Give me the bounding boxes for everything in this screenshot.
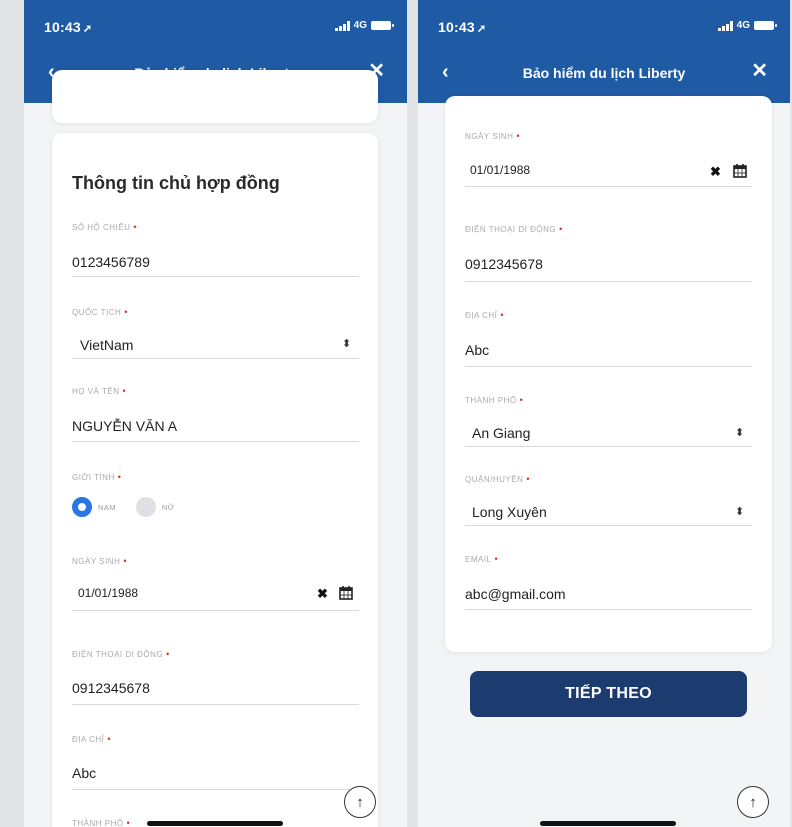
radio-unselected-icon [135, 497, 156, 517]
gender-radio-female[interactable]: NỮ [135, 497, 175, 517]
signal-icon [335, 20, 350, 31]
calendar-icon[interactable] [339, 585, 353, 605]
phone-input[interactable]: 0912345678 [72, 680, 150, 696]
location-arrow-icon: ➚ [82, 23, 93, 35]
passport-input[interactable]: 0123456789 [72, 254, 150, 270]
location-arrow-icon: ➚ [476, 23, 487, 35]
nav-bar: ‹ Bảo hiểm du lịch Liberty ✕ [418, 58, 790, 88]
full-name-label: HỌ VÀ TÊN • [72, 386, 127, 396]
address-input[interactable]: Abc [465, 342, 489, 358]
email-input[interactable]: abc@gmail.com [465, 586, 566, 602]
status-indicators: 4G [718, 20, 777, 31]
email-underline [465, 609, 752, 610]
previous-card [52, 70, 378, 123]
gender-label: GIỚI TÍNH • [72, 472, 122, 482]
full-name-underline [72, 441, 359, 442]
screen-divider [407, 0, 418, 827]
policy-holder-card: NGÀY SINH • 01/01/1988 ✖ ĐIỆN THOẠI DI ĐỘ… [445, 96, 772, 652]
arrow-up-icon: ↑ [749, 793, 757, 811]
address-label: ĐỊA CHỈ • [72, 734, 112, 744]
city-label: THÀNH PHỐ • [72, 818, 131, 827]
select-updown-icon: ⬍ [735, 427, 745, 439]
passport-underline [72, 276, 359, 277]
nationality-select[interactable]: VietNam [80, 337, 133, 353]
dob-underline [465, 186, 752, 187]
nationality-underline [72, 358, 359, 359]
gender-radio-male[interactable]: NAM [72, 497, 116, 517]
phone-label: ĐIỆN THOẠI DI ĐỘNG • [465, 224, 563, 234]
calendar-icon[interactable] [733, 163, 747, 183]
section-title: Thông tin chủ hợp đồng [72, 173, 280, 193]
battery-icon [371, 21, 394, 30]
dob-label: NGÀY SINH • [465, 131, 521, 141]
address-label: ĐỊA CHỈ • [465, 310, 505, 320]
battery-icon [754, 21, 777, 30]
status-indicators: 4G [335, 20, 394, 31]
city-label: THÀNH PHỐ • [465, 395, 524, 405]
network-type: 4G [353, 20, 367, 31]
phone-underline [465, 281, 752, 282]
city-underline [465, 446, 752, 447]
email-label: EMAIL • [465, 554, 499, 564]
dob-input[interactable]: 01/01/1988 [78, 586, 138, 600]
close-button[interactable]: ✕ [751, 61, 768, 81]
scroll-to-top-button[interactable]: ↑ [344, 786, 376, 818]
app-header: 10:43➚ 4G ‹ Bảo hiểm du lịch Liberty ✕ [418, 0, 790, 103]
address-underline [72, 789, 359, 790]
dob-label: NGÀY SINH • [72, 556, 128, 566]
city-select[interactable]: An Giang [472, 425, 530, 441]
address-input[interactable]: Abc [72, 765, 96, 781]
scroll-to-top-button[interactable]: ↑ [737, 786, 769, 818]
district-label: QUẬN/HUYỆN • [465, 474, 530, 484]
home-indicator [147, 821, 283, 826]
network-type: 4G [736, 20, 750, 31]
phone-input[interactable]: 0912345678 [465, 256, 543, 272]
left-margin-strip [0, 0, 24, 827]
phone-screen-left: 10:43➚ 4G ‹ Bảo hiểm du lịch Liberty ✕ T… [24, 0, 407, 827]
address-underline [465, 366, 752, 367]
phone-underline [72, 704, 359, 705]
home-indicator [540, 821, 676, 826]
signal-icon [718, 20, 733, 31]
phone-label: ĐIỆN THOẠI DI ĐỘNG • [72, 649, 170, 659]
dob-underline [72, 610, 359, 611]
arrow-up-icon: ↑ [356, 793, 364, 811]
district-underline [465, 525, 752, 526]
radio-selected-icon [72, 497, 92, 517]
policy-holder-card: Thông tin chủ hợp đồng SỐ HỘ CHIẾU • 0123… [52, 133, 378, 827]
select-updown-icon: ⬍ [342, 338, 352, 350]
district-select[interactable]: Long Xuyên [472, 504, 547, 520]
nationality-label: QUỐC TỊCH • [72, 307, 128, 317]
status-time: 10:43 ➚ [438, 19, 487, 35]
clear-x-icon[interactable]: ✖ [710, 165, 721, 178]
full-name-input[interactable]: NGUYỄN VĂN A [72, 418, 177, 434]
select-updown-icon: ⬍ [735, 506, 745, 518]
next-button[interactable]: TIẾP THEO [470, 671, 747, 717]
status-time: 10:43 ➚ [44, 19, 93, 35]
dob-input[interactable]: 01/01/1988 [470, 163, 530, 177]
passport-label: SỐ HỘ CHIẾU • [72, 222, 138, 232]
gender-radio-group: NAM NỮ [72, 497, 195, 517]
screenshot-canvas: 10:43➚ 4G ‹ Bảo hiểm du lịch Liberty ✕ T… [0, 0, 792, 827]
phone-screen-right: 10:43 ➚ 4G ‹ Bảo hiểm du lịch Liberty ✕ N… [418, 0, 790, 827]
page-title: Bảo hiểm du lịch Liberty [522, 65, 686, 81]
clear-x-icon[interactable]: ✖ [317, 587, 328, 600]
